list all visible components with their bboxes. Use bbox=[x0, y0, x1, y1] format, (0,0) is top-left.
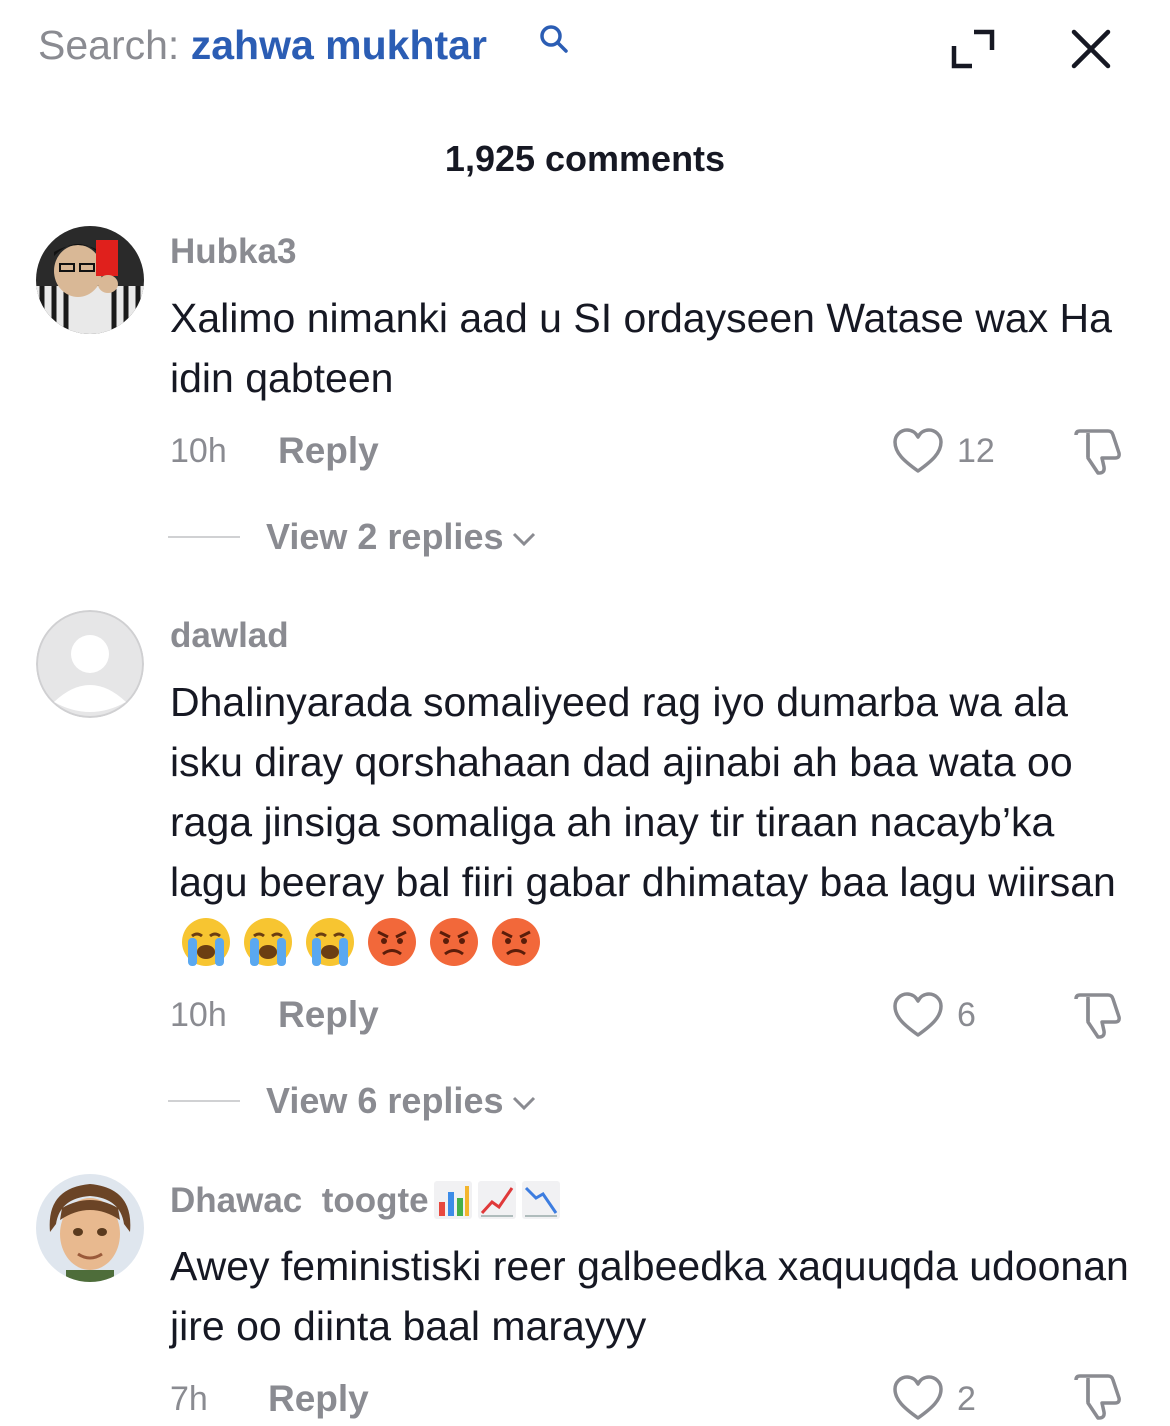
replies-divider bbox=[168, 536, 240, 538]
comment-time: 10h bbox=[170, 432, 227, 470]
view-replies-label: View 2 replies bbox=[266, 516, 504, 557]
crying-face-icon bbox=[244, 918, 292, 966]
crying-face-icon bbox=[306, 918, 354, 966]
like-count: 12 bbox=[957, 432, 995, 470]
heart-icon[interactable] bbox=[892, 991, 944, 1039]
view-replies-button[interactable]: View 2 replies bbox=[266, 516, 537, 558]
heart-icon[interactable] bbox=[892, 427, 944, 475]
chevron-down-icon bbox=[513, 1097, 536, 1111]
reply-button[interactable]: Reply bbox=[268, 1378, 369, 1420]
chevron-down-icon bbox=[513, 533, 536, 547]
crying-face-icon bbox=[182, 918, 230, 966]
like-count: 6 bbox=[957, 996, 976, 1034]
comment-text: Xalimo nimanki aad u SI ordayseen Watase… bbox=[170, 295, 1112, 401]
comment-text-body: Dhalinyarada somaliyeed rag iyo dumarba … bbox=[170, 679, 1116, 905]
chart-decreasing-icon bbox=[521, 1181, 560, 1219]
replies-divider bbox=[168, 1100, 240, 1102]
expand-icon[interactable] bbox=[950, 28, 996, 70]
avatar[interactable] bbox=[36, 1174, 144, 1282]
comments-count: 1,925 comments bbox=[444, 138, 726, 179]
angry-face-icon bbox=[492, 918, 540, 966]
search-title[interactable]: Search: zahwa mukhtar bbox=[38, 22, 487, 69]
comment-text: Dhalinyarada somaliyeed rag iyo dumarba … bbox=[170, 672, 1140, 972]
heart-icon[interactable] bbox=[892, 1374, 944, 1422]
search-prefix: Search: bbox=[38, 22, 180, 68]
comment-text: Awey feministiski reer galbeedka xaquuqd… bbox=[170, 1243, 1129, 1349]
like-count: 2 bbox=[957, 1380, 976, 1418]
search-header: Search: zahwa mukhtar bbox=[0, 0, 1170, 100]
close-icon[interactable] bbox=[1066, 24, 1116, 74]
comment-username[interactable]: Dhawac toogte bbox=[170, 1180, 561, 1221]
thumbs-down-icon[interactable] bbox=[1070, 425, 1124, 479]
reply-button[interactable]: Reply bbox=[278, 430, 379, 472]
search-query[interactable]: zahwa mukhtar bbox=[191, 22, 487, 68]
avatar[interactable] bbox=[36, 226, 144, 334]
comment-username[interactable]: dawlad bbox=[170, 616, 289, 656]
bar-chart-icon bbox=[433, 1181, 472, 1219]
comment-username[interactable]: Hubka3 bbox=[170, 232, 296, 272]
chart-increasing-icon bbox=[477, 1181, 516, 1219]
view-replies-label: View 6 replies bbox=[266, 1080, 504, 1121]
avatar[interactable] bbox=[36, 610, 144, 718]
angry-face-icon bbox=[430, 918, 478, 966]
thumbs-down-icon[interactable] bbox=[1070, 1370, 1124, 1424]
comment-username-text: Dhawac toogte bbox=[170, 1181, 429, 1220]
search-icon[interactable] bbox=[537, 22, 571, 56]
comment-time: 7h bbox=[170, 1380, 208, 1418]
view-replies-button[interactable]: View 6 replies bbox=[266, 1080, 537, 1122]
angry-face-icon bbox=[368, 918, 416, 966]
reply-button[interactable]: Reply bbox=[278, 994, 379, 1036]
comment-time: 10h bbox=[170, 996, 227, 1034]
thumbs-down-icon[interactable] bbox=[1070, 989, 1124, 1043]
